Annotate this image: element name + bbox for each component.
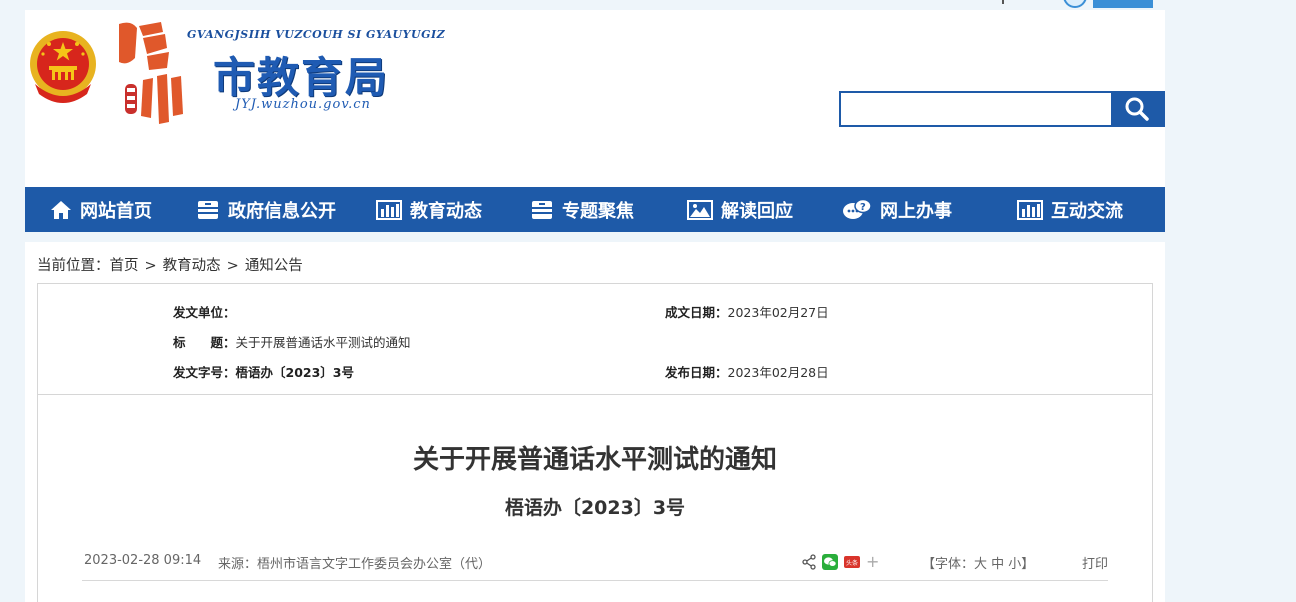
meta-created-value: 2023年02月27日: [727, 305, 829, 320]
main-content: 当前位置：首页 > 教育动态 > 通知公告 发文单位： 成文日期：2023年02月27日…: [25, 242, 1165, 602]
article-datetime: 2023-02-28 09:14: [84, 553, 202, 568]
nav-label: 教育动态: [410, 200, 482, 222]
site-url: JYJ.wuzhou.gov.cn: [235, 97, 371, 112]
home-icon: [51, 200, 71, 219]
site-pinyin: GVANGJSIIH VUZCOUH SI GYAUYUGIZ: [187, 28, 446, 41]
main-nav: 网站首页 政府信息公开 教育动态 专题聚焦 解读回应 ? 网上办事 互动交流: [25, 187, 1165, 232]
meta-issuer: 发文单位：: [173, 302, 236, 321]
print-button[interactable]: 打印: [1082, 553, 1108, 572]
site-title[interactable]: 市教育局: [213, 44, 389, 105]
search-icon: [1125, 97, 1149, 121]
font-size-switcher[interactable]: 【字体：大 中 小】: [922, 553, 1034, 572]
nav-item-edu-news[interactable]: 教育动态: [355, 187, 503, 232]
search-button[interactable]: [1111, 93, 1163, 125]
nav-label: 专题聚焦: [562, 200, 634, 222]
nav-label: 网上办事: [880, 200, 952, 222]
share-icon[interactable]: [802, 553, 816, 570]
meta-created-label: 成文日期：: [665, 305, 728, 320]
breadcrumb-sep: >: [144, 258, 157, 274]
top-tab[interactable]: [1093, 0, 1153, 8]
bar-chart-icon: [1017, 199, 1043, 220]
nav-item-home[interactable]: 网站首页: [25, 187, 177, 232]
article-info-bar: 2023-02-28 09:14 来源：梧州市语言文字工作委员会办公室（代） 头…: [82, 552, 1108, 581]
bar-chart-icon: [376, 199, 402, 220]
article: 关于开展普通话水平测试的通知 梧语办〔2023〕3号 2023-02-28 09…: [37, 394, 1153, 602]
svg-text:头条: 头条: [846, 559, 858, 567]
meta-published: 发布日期：2023年02月28日: [665, 362, 829, 381]
nav-label: 政府信息公开: [228, 200, 336, 222]
search-input[interactable]: [841, 93, 1111, 125]
nav-item-gov-info[interactable]: 政府信息公开: [177, 187, 355, 232]
article-source: 来源：梧州市语言文字工作委员会办公室（代）: [218, 557, 492, 572]
meta-docno-label: 发文字号：: [173, 365, 236, 380]
meta-created: 成文日期：2023年02月27日: [665, 302, 829, 321]
cabinet-icon: [532, 200, 552, 219]
meta-published-value: 2023年02月28日: [727, 365, 829, 380]
search-box: [839, 91, 1165, 127]
wechat-icon[interactable]: [822, 553, 838, 570]
meta-docno-value: 梧语办〔2023〕3号: [235, 365, 355, 380]
meta-published-label: 发布日期：: [665, 365, 728, 380]
site-header: 梧州 GVANGJSIIH VUZCOUH SI GYAUYUGIZ 市教育局 …: [25, 10, 1165, 187]
breadcrumb-sep: >: [226, 258, 239, 274]
nav-label: 网站首页: [80, 200, 152, 222]
national-emblem-icon: [30, 31, 96, 103]
meta-title-value: 关于开展普通话水平测试的通知: [235, 335, 411, 350]
breadcrumb-prefix: 当前位置：: [37, 258, 110, 274]
chat-icon: ?: [843, 198, 872, 219]
wuzhou-calligraphy-logo: 梧州: [109, 18, 183, 124]
nav-item-online-service[interactable]: ? 网上办事: [819, 187, 975, 232]
meta-docno: 发文字号：梧语办〔2023〕3号: [173, 362, 354, 381]
share-toolbar: 头条 +: [802, 552, 885, 571]
nav-label: 解读回应: [721, 200, 793, 222]
article-title: 关于开展普通话水平测试的通知: [412, 445, 777, 475]
wuzhou-char-wu: 梧州: [109, 18, 111, 19]
top-divider: [1002, 0, 1004, 4]
document-meta-table: 发文单位： 成文日期：2023年02月27日 标 题：关于开展普通话水平测试的通…: [37, 283, 1153, 395]
nav-item-interpretation[interactable]: 解读回应: [661, 187, 819, 232]
picture-icon: [687, 199, 713, 220]
top-strip: [0, 0, 1296, 10]
article-docno: 梧语办〔2023〕3号: [504, 497, 686, 519]
meta-title: 标 题：关于开展普通话水平测试的通知: [173, 332, 411, 351]
nav-label: 互动交流: [1051, 200, 1123, 222]
more-share-button[interactable]: +: [866, 552, 879, 571]
globe-icon[interactable]: [1063, 0, 1087, 8]
meta-title-label: 标 题：: [173, 335, 236, 350]
meta-issuer-label: 发文单位：: [173, 305, 236, 320]
cabinet-icon: [198, 200, 218, 219]
nav-item-topics[interactable]: 专题聚焦: [503, 187, 661, 232]
nav-item-interaction[interactable]: 互动交流: [975, 187, 1165, 232]
breadcrumb-edu-news[interactable]: 教育动态: [163, 258, 221, 274]
breadcrumb: 当前位置：首页 > 教育动态 > 通知公告: [37, 254, 303, 275]
breadcrumb-notices[interactable]: 通知公告: [245, 258, 303, 274]
weibo-icon[interactable]: 头条: [844, 555, 860, 569]
svg-text:?: ?: [860, 202, 866, 213]
breadcrumb-home[interactable]: 首页: [110, 258, 139, 274]
